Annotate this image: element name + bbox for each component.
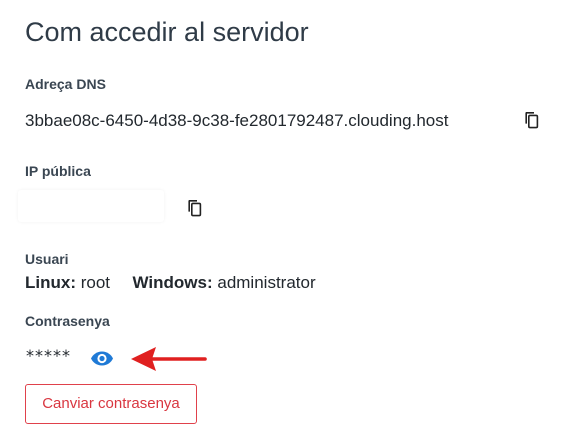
dns-value: 3bbae08c-6450-4d38-9c38-fe2801792487.clo… [25, 111, 449, 130]
server-access-panel: Com accedir al servidor Adreça DNS 3bbae… [0, 0, 566, 436]
change-password-button[interactable]: Canviar contrasenya [25, 384, 197, 424]
dns-label: Adreça DNS [25, 76, 106, 92]
password-label: Contrasenya [25, 313, 110, 329]
linux-user: root [80, 273, 111, 292]
password-masked: ***** [26, 346, 71, 365]
windows-key: Windows: [132, 273, 213, 292]
copy-ip-icon[interactable] [186, 199, 202, 217]
page-title: Com accedir al servidor [25, 17, 309, 47]
eye-icon[interactable] [90, 350, 114, 367]
user-label: Usuari [25, 251, 69, 267]
arrow-left-icon [128, 345, 208, 373]
ip-label: IP pública [25, 163, 91, 179]
copy-dns-icon[interactable] [523, 111, 539, 129]
ip-value [18, 190, 164, 222]
user-credentials: Linux: root Windows: administrator [25, 272, 316, 294]
linux-key: Linux: [25, 273, 76, 292]
windows-user: administrator [217, 273, 316, 292]
